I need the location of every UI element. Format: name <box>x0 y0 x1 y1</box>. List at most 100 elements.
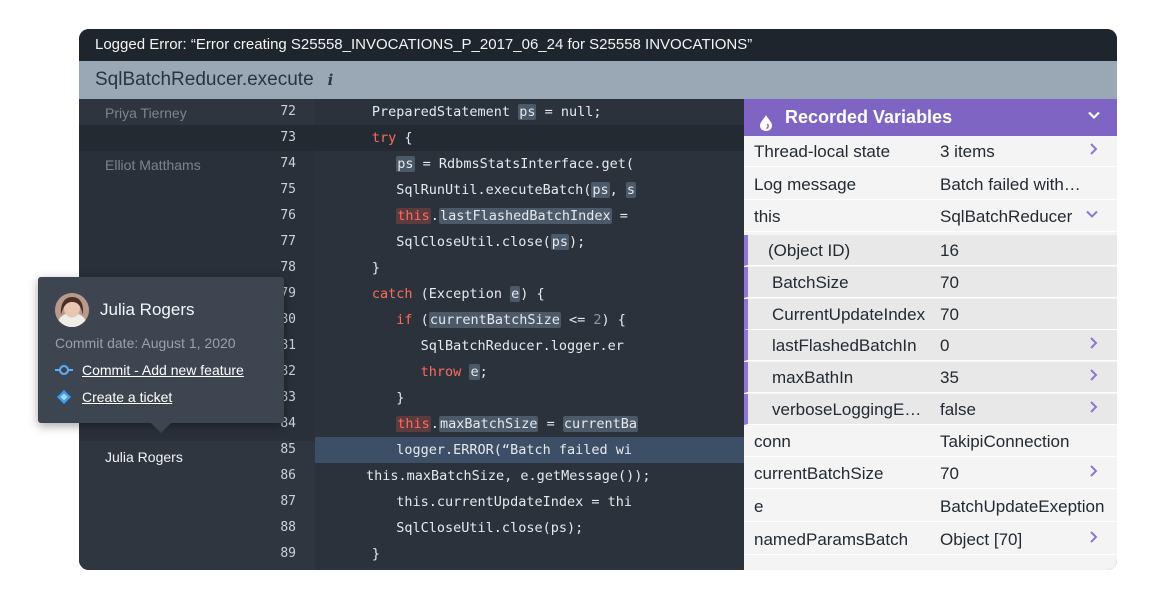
variable-value: 35 <box>940 368 959 387</box>
code-line: 87 this.currentUpdateIndex = thi <box>79 489 744 515</box>
variable-row[interactable]: this SqlBatchReducer <box>744 201 1117 232</box>
method-name: SqlBatchReducer.execute <box>95 69 314 90</box>
chevron-down-icon[interactable] <box>1085 201 1099 232</box>
variable-row[interactable]: currentBatchSize 70 <box>744 458 1117 489</box>
variable-value: 3 items <box>940 142 995 161</box>
variable-value: 0 <box>940 336 950 355</box>
variable-row[interactable]: Log message Batch failed with… <box>744 169 1117 200</box>
commit-link[interactable]: Commit - Add new feature <box>82 362 244 378</box>
recorded-variables-title: Recorded Variables <box>785 107 953 127</box>
code-text: SqlBatchReducer.logger.er <box>315 338 624 354</box>
code-line-highlighted: logger.ERROR(“Batch failed wi <box>315 437 744 463</box>
recorded-variables-header[interactable]: Recorded Variables <box>744 99 1117 136</box>
line-number: 74 <box>280 156 296 171</box>
variable-name: CurrentUpdateIndex <box>772 305 926 324</box>
code-line: 72 PreparedStatement ps = null; <box>79 99 744 125</box>
variable-name: e <box>754 497 764 516</box>
code-text: catch (Exception e) { <box>371 286 545 302</box>
variable-name: (Object ID) <box>768 241 851 260</box>
code-text: this.currentUpdateIndex = thi <box>315 494 632 510</box>
line-number: 87 <box>280 494 296 509</box>
variable-row-child[interactable]: lastFlashedBatchIn 0 <box>744 330 1117 361</box>
code-text: SqlRunUtil.executeBatch(ps, s <box>315 182 637 198</box>
code-text: throw e; <box>420 364 488 380</box>
create-ticket-link[interactable]: Create a ticket <box>82 389 172 405</box>
variable-row-child[interactable]: (Object ID) 16 <box>744 235 1117 266</box>
chevron-right-icon[interactable] <box>1089 362 1099 393</box>
chevron-right-icon[interactable] <box>1089 136 1099 167</box>
error-title-bar: Logged Error: “Error creating S25558_INV… <box>79 29 1117 61</box>
recorded-variables-panel: Recorded Variables Thread-local state 3 i… <box>744 99 1117 570</box>
variable-value: Batch failed with… <box>940 175 1081 194</box>
line-number: 85 <box>280 442 296 457</box>
line-number: 72 <box>280 104 296 119</box>
code-line: 89 } <box>79 541 744 567</box>
line-number: 77 <box>280 234 296 249</box>
commit-icon <box>55 363 73 377</box>
code-line: 77 SqlCloseUtil.close(ps); <box>79 229 744 255</box>
variable-name: currentBatchSize <box>754 464 884 483</box>
variable-value: 70 <box>940 464 959 483</box>
variable-name: BatchSize <box>772 273 849 292</box>
variable-value: false <box>940 400 976 419</box>
code-text: if (currentBatchSize <= 2) { <box>396 312 626 328</box>
variable-name: this <box>754 207 781 226</box>
code-text: this.lastFlashedBatchIndex = <box>396 208 637 224</box>
code-line: 76 this.lastFlashedBatchIndex = <box>79 203 744 229</box>
line-number: 86 <box>280 468 296 483</box>
variable-value: TakipiConnection <box>940 432 1070 451</box>
line-gutter: 85 <box>79 437 315 463</box>
variable-name: maxBathIn <box>772 368 854 387</box>
variable-row[interactable]: namedParamsBatch Object [70] <box>744 524 1117 555</box>
variable-row-child[interactable]: maxBathIn 35 <box>744 362 1117 393</box>
variable-name: lastFlashedBatchIn <box>772 336 917 355</box>
info-icon[interactable]: i <box>328 71 334 89</box>
code-text: this.maxBatchSize = currentBa <box>396 416 639 432</box>
line-number: 89 <box>280 546 296 561</box>
avatar <box>55 293 89 327</box>
chevron-right-icon[interactable] <box>1089 524 1099 555</box>
variable-row[interactable]: e BatchUpdateExeption <box>744 491 1117 522</box>
variable-value: 16 <box>940 241 959 260</box>
commit-popup: Julia Rogers Commit date: August 1, 2020… <box>38 277 284 433</box>
code-text: } <box>315 390 405 406</box>
code-line: 75 SqlRunUtil.executeBatch(ps, s <box>79 177 744 203</box>
variable-name: verboseLoggingEn… <box>772 400 930 419</box>
variable-row-child[interactable]: BatchSize 70 <box>744 267 1117 298</box>
variable-row-child[interactable]: verboseLoggingEn… false <box>744 394 1117 425</box>
commit-date: Commit date: August 1, 2020 <box>55 335 236 351</box>
chevron-right-icon[interactable] <box>1089 394 1099 425</box>
ticket-icon <box>55 390 73 404</box>
code-line: 73 try { <box>79 125 744 151</box>
chevron-down-icon[interactable] <box>1087 99 1101 136</box>
drop-icon <box>758 108 774 131</box>
code-text: ps = RdbmsStatsInterface.get( <box>396 156 634 172</box>
method-bar: SqlBatchReducer.execute i <box>79 61 1117 99</box>
code-text: logger.ERROR(“Batch failed wi <box>315 437 744 463</box>
code-text: PreparedStatement ps = null; <box>315 104 602 120</box>
code-line: 74 ps = RdbmsStatsInterface.get( <box>79 151 744 177</box>
chevron-right-icon[interactable] <box>1089 330 1099 361</box>
variable-name: Log message <box>754 175 857 194</box>
line-number: 88 <box>280 520 296 535</box>
code-line: 88 SqlCloseUtil.close(ps); <box>79 515 744 541</box>
variable-value: BatchUpdateExeption <box>940 497 1105 516</box>
line-number: 76 <box>280 208 296 223</box>
line-number: 73 <box>280 130 296 145</box>
chevron-right-icon[interactable] <box>1089 458 1099 489</box>
line-number: 75 <box>280 182 296 197</box>
code-text: try { <box>371 130 413 146</box>
variable-row[interactable]: conn TakipiConnection <box>744 426 1117 457</box>
code-text: SqlCloseUtil.close(ps); <box>315 234 586 250</box>
variable-value: Object [70] <box>940 530 1023 549</box>
code-text: this.maxBatchSize, e.getMessage()); <box>366 468 651 484</box>
variable-row-child[interactable]: CurrentUpdateIndex 70 <box>744 299 1117 330</box>
variable-value: 70 <box>940 305 959 324</box>
variable-name: conn <box>754 432 791 451</box>
variable-name: Thread-local state <box>754 142 891 161</box>
commit-author: Julia Rogers <box>100 300 195 319</box>
variable-value: 70 <box>940 273 959 292</box>
code-text: } <box>315 260 381 276</box>
code-text: SqlCloseUtil.close(ps); <box>315 520 584 536</box>
variable-row[interactable]: Thread-local state 3 items <box>744 136 1117 167</box>
